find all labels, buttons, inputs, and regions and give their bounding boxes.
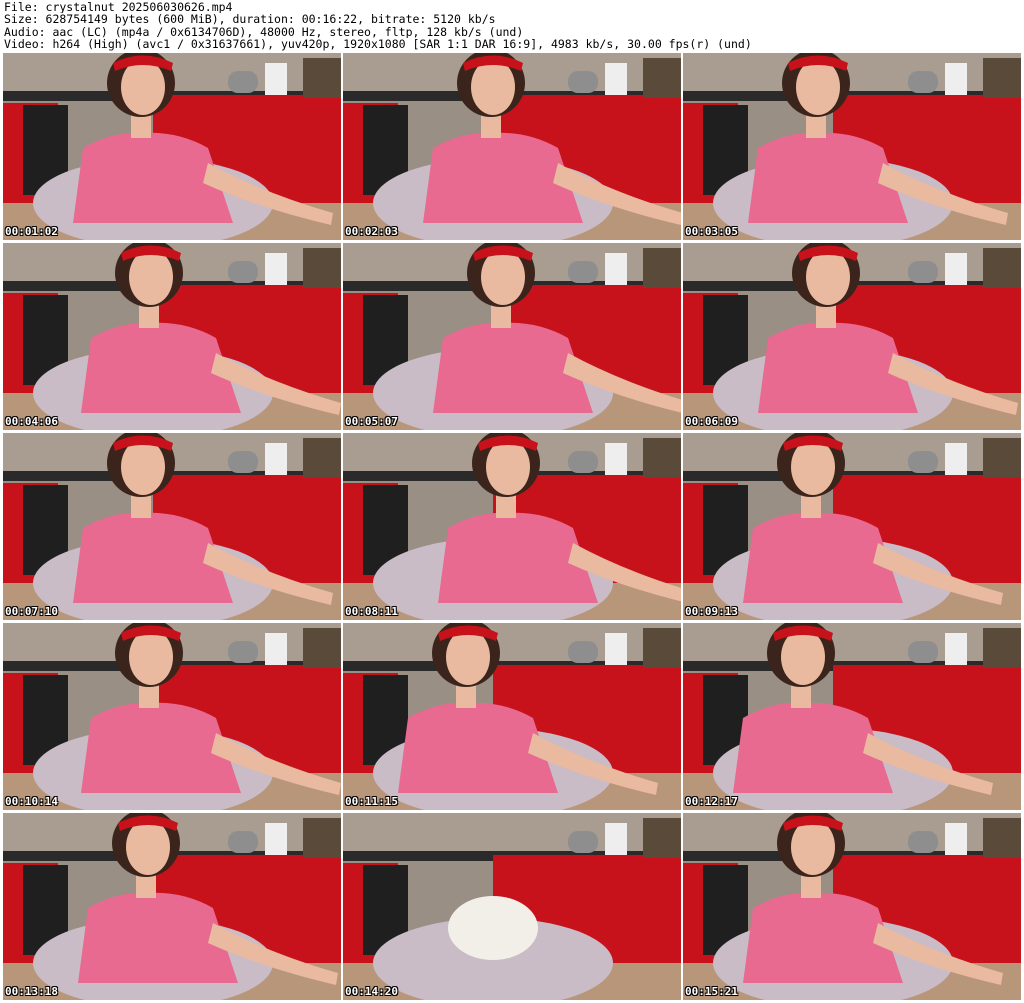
frame-image <box>683 243 1021 430</box>
timestamp-label: 00:08:11 <box>345 605 398 618</box>
video-thumbnail[interactable]: 00:13:18 <box>3 813 341 1000</box>
video-thumbnail[interactable]: 00:10:14 <box>3 623 341 810</box>
timestamp-label: 00:06:09 <box>685 415 738 428</box>
video-thumbnail[interactable]: 00:15:21 <box>683 813 1021 1000</box>
video-thumbnail[interactable]: 00:03:05 <box>683 53 1021 240</box>
frame-image <box>683 623 1021 810</box>
timestamp-label: 00:07:10 <box>5 605 58 618</box>
video-thumbnail[interactable]: 00:12:17 <box>683 623 1021 810</box>
video-thumbnail[interactable]: 00:09:13 <box>683 433 1021 620</box>
timestamp-label: 00:04:06 <box>5 415 58 428</box>
video-thumbnail[interactable]: 00:08:11 <box>343 433 681 620</box>
video-thumbnail[interactable]: 00:05:07 <box>343 243 681 430</box>
frame-image <box>683 433 1021 620</box>
frame-image <box>343 53 681 240</box>
timestamp-label: 00:14:20 <box>345 985 398 998</box>
frame-image <box>683 813 1021 1000</box>
timestamp-label: 00:10:14 <box>5 795 58 808</box>
timestamp-label: 00:13:18 <box>5 985 58 998</box>
video-thumbnail[interactable]: 00:01:02 <box>3 53 341 240</box>
timestamp-label: 00:03:05 <box>685 225 738 238</box>
frame-image <box>343 813 681 1000</box>
video-thumbnail[interactable]: 00:04:06 <box>3 243 341 430</box>
video-thumbnail[interactable]: 00:02:03 <box>343 53 681 240</box>
frame-image <box>3 813 341 1000</box>
timestamp-label: 00:11:15 <box>345 795 398 808</box>
video-thumbnail[interactable]: 00:11:15 <box>343 623 681 810</box>
frame-image <box>343 433 681 620</box>
size-line: Size: 628754149 bytes (600 MiB), duratio… <box>4 13 496 26</box>
timestamp-label: 00:15:21 <box>685 985 738 998</box>
frame-image <box>3 623 341 810</box>
video-line: Video: h264 (High) (avc1 / 0x31637661), … <box>4 38 752 51</box>
frame-image <box>3 243 341 430</box>
timestamp-label: 00:12:17 <box>685 795 738 808</box>
timestamp-label: 00:02:03 <box>345 225 398 238</box>
frame-image <box>343 623 681 810</box>
frame-image <box>3 433 341 620</box>
frame-image <box>3 53 341 240</box>
timestamp-label: 00:05:07 <box>345 415 398 428</box>
thumbnail-grid: 00:01:02 00:02:03 00:03:05 00:04:06 00:0… <box>3 53 1021 1000</box>
file-name-line: File: crystalnut_202506030626.mp4 <box>4 1 233 14</box>
file-info-header: File: crystalnut_202506030626.mp4 Size: … <box>4 1 1020 51</box>
video-thumbnail[interactable]: 00:07:10 <box>3 433 341 620</box>
frame-image <box>343 243 681 430</box>
video-thumbnail[interactable]: 00:14:20 <box>343 813 681 1000</box>
video-thumbnail[interactable]: 00:06:09 <box>683 243 1021 430</box>
timestamp-label: 00:09:13 <box>685 605 738 618</box>
frame-image <box>683 53 1021 240</box>
timestamp-label: 00:01:02 <box>5 225 58 238</box>
audio-line: Audio: aac (LC) (mp4a / 0x6134706D), 480… <box>4 25 524 39</box>
